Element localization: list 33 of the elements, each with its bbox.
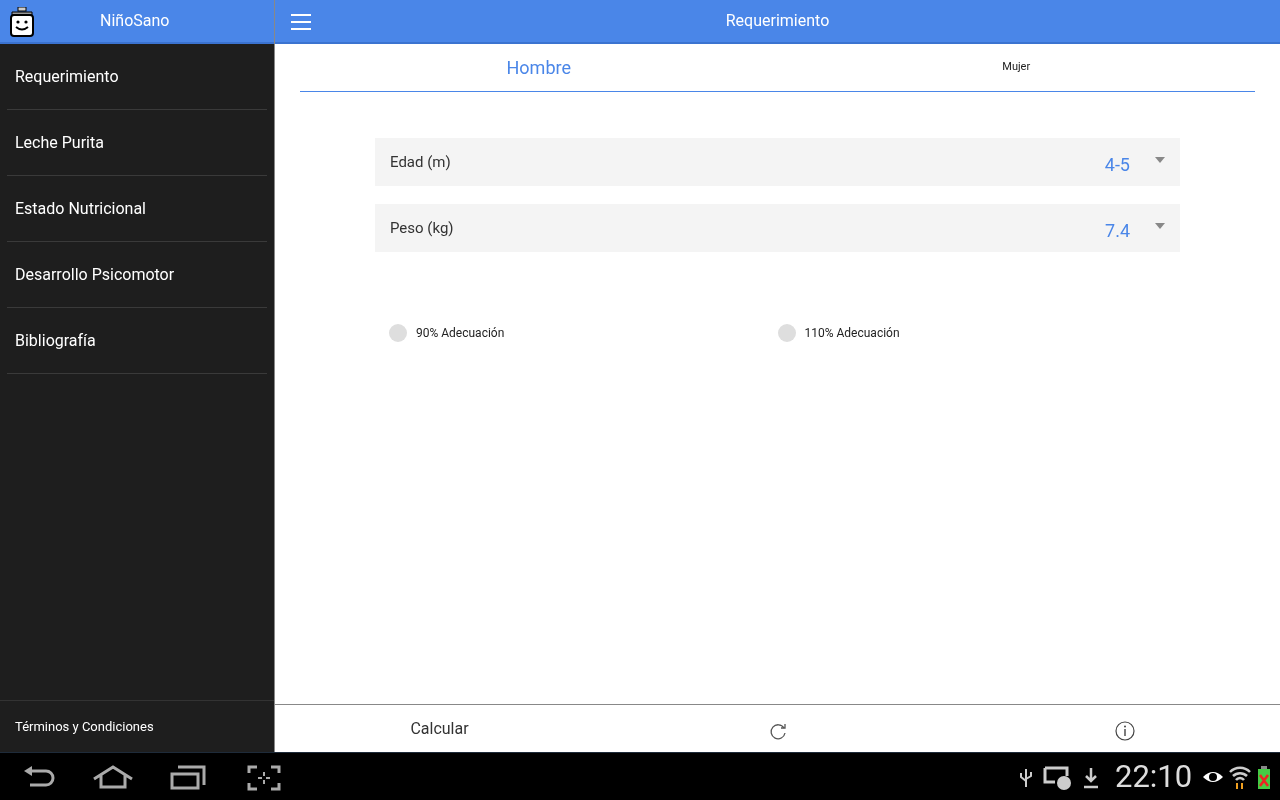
battery-icon [1257, 766, 1271, 790]
menu-icon[interactable] [291, 14, 311, 30]
menu-item[interactable]: Desarrollo Psicomotor [15, 262, 175, 287]
radio-button[interactable] [777, 324, 796, 342]
jar-face-icon [9, 7, 35, 37]
menu-item[interactable]: Requerimiento [15, 64, 119, 89]
clock-time: 22:10 [1115, 759, 1193, 795]
home-icon[interactable] [92, 765, 134, 789]
menu-item[interactable]: Bibliografía [15, 328, 96, 353]
page-title: Requerimiento [725, 10, 830, 32]
terms-link[interactable]: Términos y Condiciones [15, 716, 154, 737]
menu-item[interactable]: Estado Nutricional [15, 196, 146, 221]
eye-icon [1202, 769, 1224, 785]
app-title: NiñoSano [100, 10, 170, 32]
radio-label: 110% Adecuación [804, 325, 900, 342]
gender-tab[interactable]: Mujer [1002, 59, 1031, 76]
usb-icon [1018, 767, 1034, 789]
radio-button[interactable] [389, 324, 407, 342]
calculate-button[interactable]: Calcular [410, 716, 469, 741]
dropdown-field[interactable]: Peso (kg) 7.4 [375, 204, 1180, 252]
gender-tab[interactable]: Hombre [506, 54, 571, 81]
dropdown-field[interactable]: Edad (m) 4-5 [375, 138, 1180, 186]
screen-mirroring-icon [1043, 766, 1073, 790]
recent-apps-icon[interactable] [170, 765, 206, 791]
download-icon [1083, 767, 1099, 789]
menu-item[interactable]: Leche Purita [15, 130, 104, 155]
info-icon[interactable] [1114, 720, 1135, 741]
back-icon[interactable] [22, 765, 56, 789]
screenshot-icon[interactable] [247, 765, 281, 791]
dropdown-caret-icon [1155, 223, 1165, 229]
wifi-icon [1229, 766, 1251, 790]
dropdown-caret-icon [1155, 157, 1165, 163]
radio-label: 90% Adecuación [416, 325, 505, 342]
